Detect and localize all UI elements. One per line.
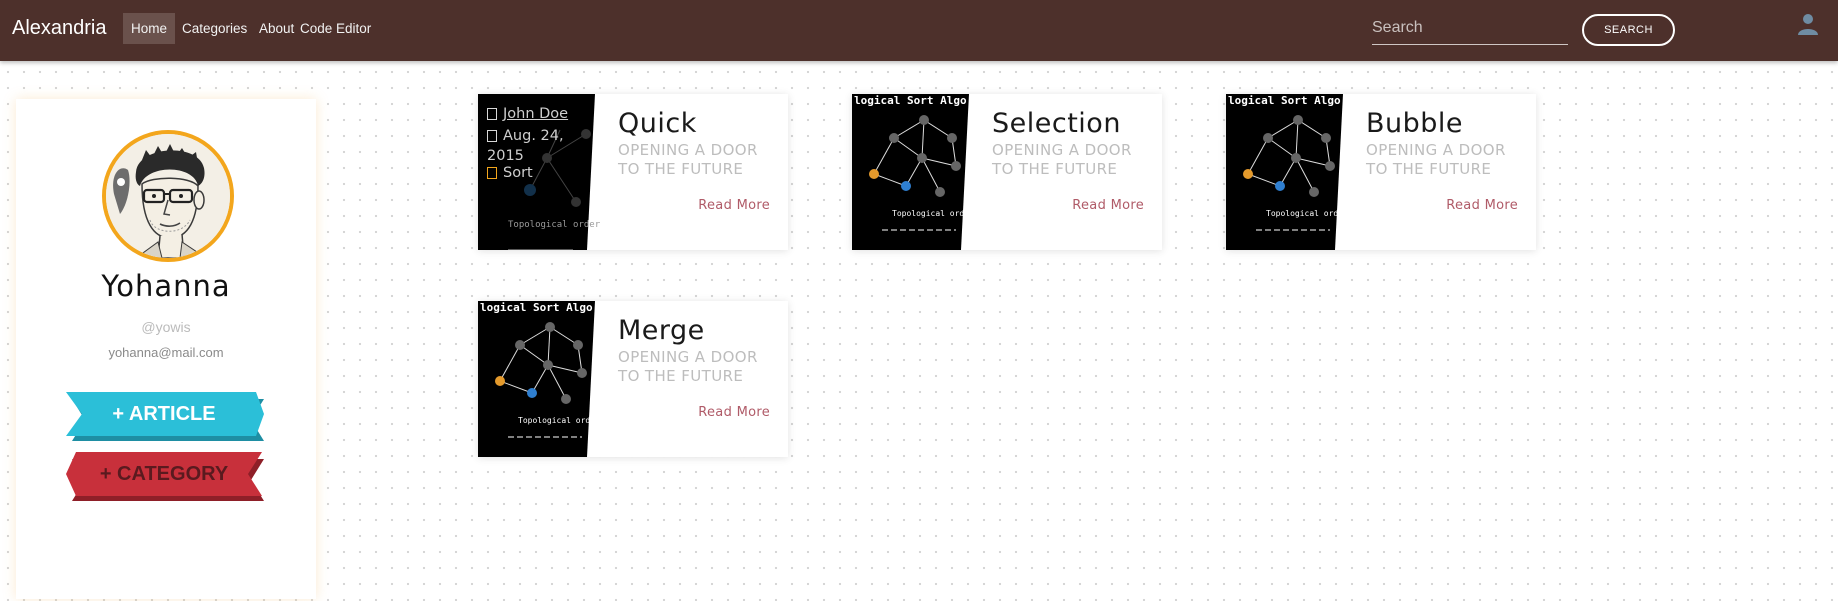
calendar-icon [487, 130, 497, 142]
profile-email: yohanna@mail.com [108, 345, 224, 360]
search-button[interactable]: SEARCH [1582, 14, 1675, 46]
read-more-link[interactable]: Read More [1446, 198, 1518, 213]
article-subtitle: OPENING A DOOR TO THE FUTURE [1366, 141, 1506, 178]
thumbnail-heading: logical Sort Algo [1228, 94, 1341, 107]
profile-card: Yohanna @yowis yohanna@mail.com + ARTICL… [16, 99, 316, 599]
nav-home[interactable]: Home [123, 13, 176, 44]
article-subtitle: OPENING A DOOR TO THE FUTURE [992, 141, 1132, 178]
add-category-button[interactable]: + CATEGORY [66, 452, 266, 502]
article-title[interactable]: Bubble [1366, 108, 1463, 139]
add-category-label: + CATEGORY [99, 463, 229, 485]
user-icon[interactable] [1796, 12, 1820, 36]
article-date-row: Aug. 24, 2015 [487, 126, 587, 166]
article-card[interactable]: John Doe Aug. 24, 2015 Sort Topological … [478, 94, 788, 250]
read-more-link[interactable]: Read More [698, 198, 770, 213]
article-title[interactable]: Merge [618, 315, 705, 346]
nav-categories[interactable]: Categories [174, 13, 255, 44]
article-author-row: John Doe [487, 106, 568, 122]
thumbnail-caption: Topological order [518, 416, 600, 425]
article-subtitle: OPENING A DOOR TO THE FUTURE [618, 348, 758, 385]
nav-code-editor[interactable]: Code Editor [292, 13, 379, 44]
read-more-link[interactable]: Read More [698, 405, 770, 420]
article-card[interactable]: logical Sort Algo Topological order Merg… [478, 301, 788, 457]
article-title[interactable]: Selection [992, 108, 1121, 139]
add-article-button[interactable]: + ARTICLE [66, 392, 266, 442]
add-article-label: + ARTICLE [112, 403, 216, 425]
article-card[interactable]: logical Sort Algo Topological order Bubb… [1226, 94, 1536, 250]
article-thumbnail: logical Sort Algo Topological order [1226, 94, 1348, 250]
search-input[interactable] [1372, 12, 1568, 45]
thumbnail-caption: Topological order [892, 209, 974, 218]
article-thumbnail: logical Sort Algo Topological order [478, 301, 600, 457]
article-title[interactable]: Quick [618, 108, 697, 139]
brand-logo[interactable]: Alexandria [12, 17, 107, 40]
thumbnail-heading: logical Sort Algo [854, 94, 967, 107]
author-icon [487, 108, 497, 120]
profile-name: Yohanna [101, 269, 231, 303]
thumbnail-caption: Topological order [508, 220, 601, 230]
profile-handle: @yowis [141, 319, 191, 335]
thumbnail-caption: Topological order [1266, 209, 1348, 218]
article-subtitle: OPENING A DOOR TO THE FUTURE [618, 141, 758, 178]
navbar: Alexandria Home Categories About Code Ed… [0, 0, 1838, 61]
thumbnail-heading: logical Sort Algo [480, 301, 593, 314]
article-date: Aug. 24, 2015 [487, 128, 564, 164]
article-card[interactable]: logical Sort Algo Topological order Sele… [852, 94, 1162, 250]
article-category: Sort [503, 165, 533, 181]
article-thumbnail: logical Sort Algo Topological order [852, 94, 974, 250]
article-author[interactable]: John Doe [503, 106, 568, 122]
article-category-row: Sort [487, 165, 533, 181]
folder-icon [487, 167, 497, 179]
avatar [102, 130, 234, 262]
read-more-link[interactable]: Read More [1072, 198, 1144, 213]
